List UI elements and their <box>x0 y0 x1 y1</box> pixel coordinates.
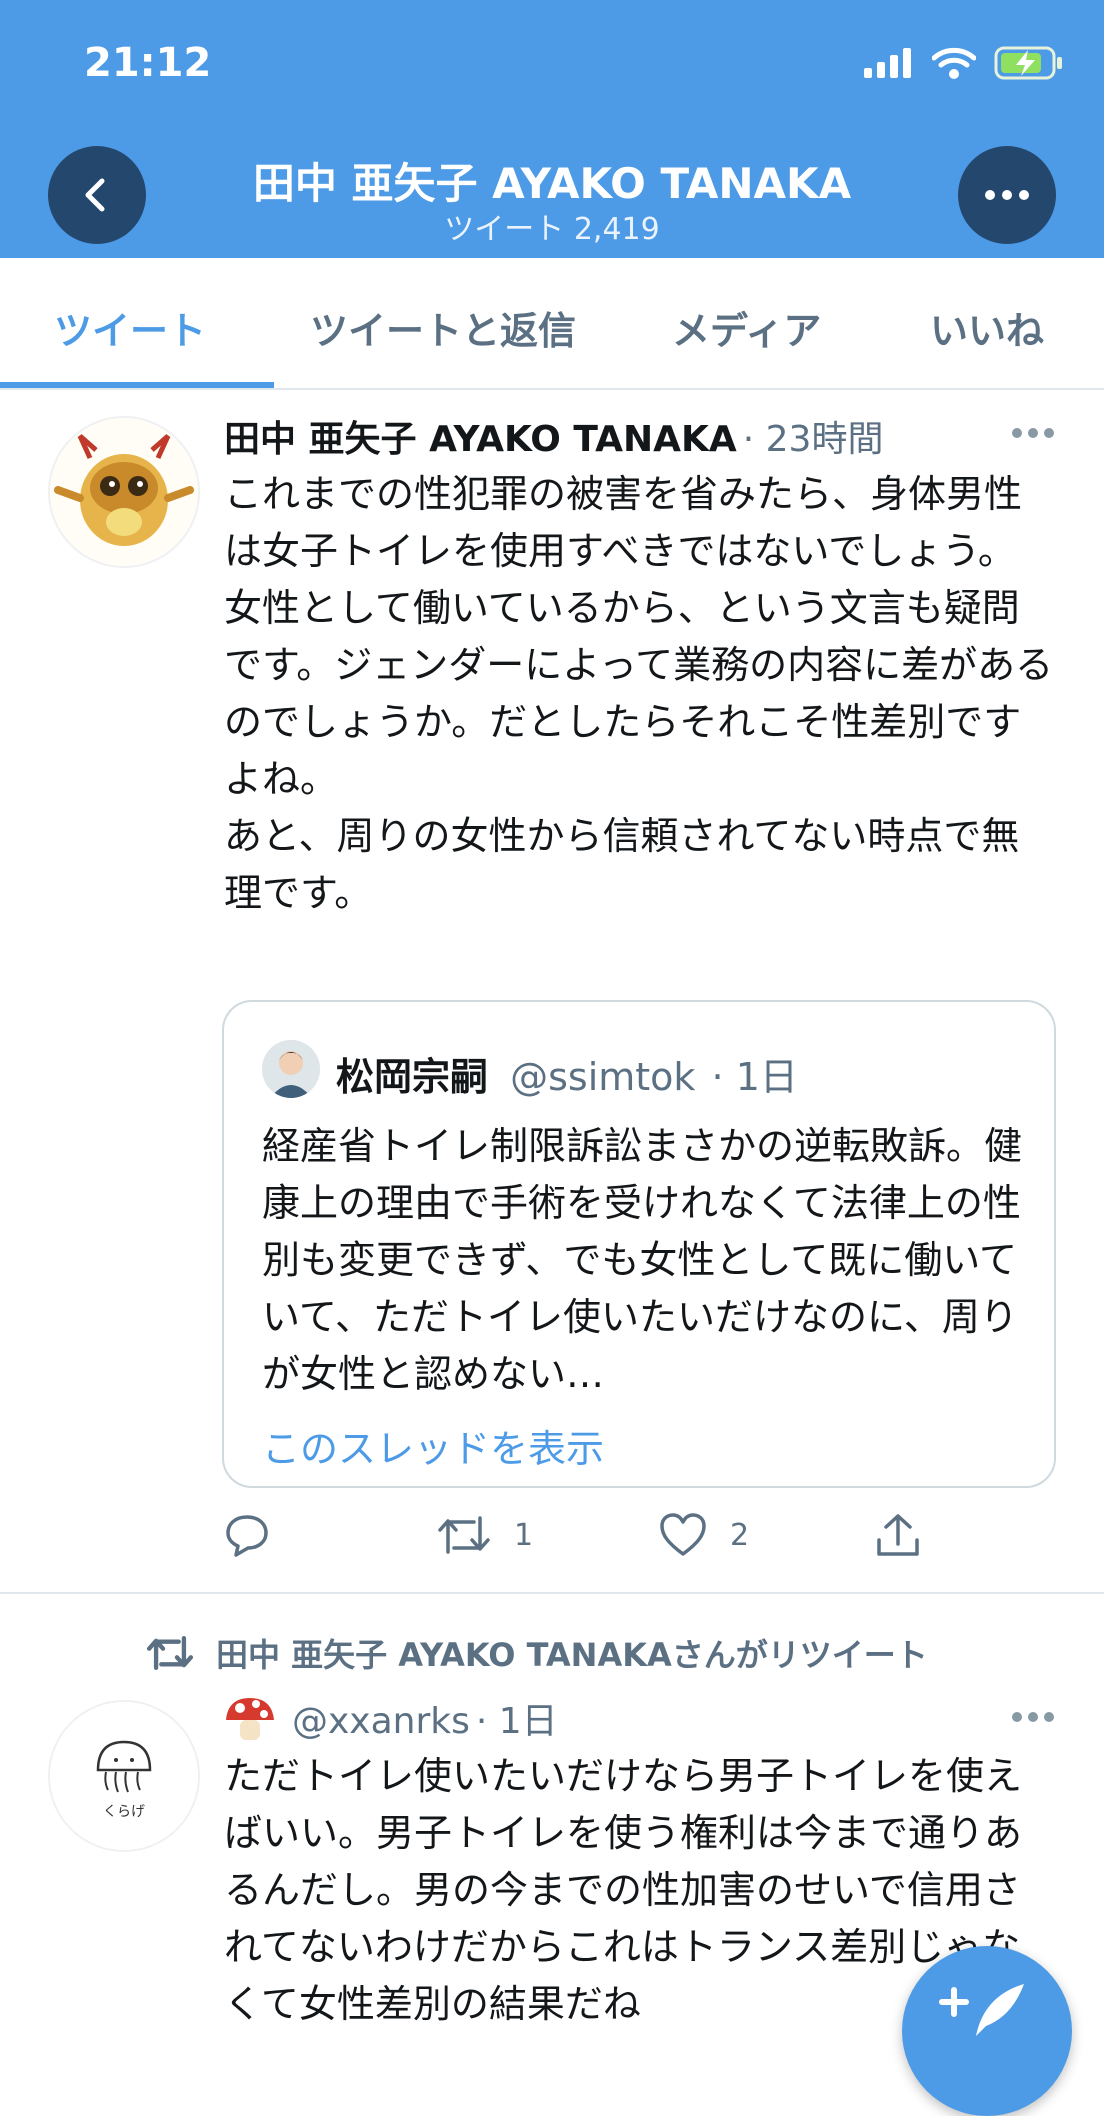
show-thread-link[interactable]: このスレッドを表示 <box>262 1418 604 1473</box>
person-avatar-icon <box>262 1040 320 1098</box>
retweet-count: 1 <box>514 1517 534 1553</box>
tweet-handle[interactable]: @xxanrks <box>292 1701 470 1742</box>
like-button[interactable]: 2 <box>658 1512 749 1558</box>
battery-charging-icon <box>994 46 1062 80</box>
compose-tweet-button[interactable] <box>902 1946 1072 2116</box>
profile-tabs: ツイート ツイートと返信 メディア いいね <box>0 258 1104 390</box>
quoted-text: 経産省トイレ制限訴訟まさかの逆転敗訴。健康上の理由で手術を受けれなくて法律上の性… <box>262 1124 1023 1396</box>
retweet-label[interactable]: 田中 亜矢子 AYAKO TANAKAさんがリツイート <box>216 1630 928 1676</box>
retweet-icon <box>438 1516 490 1554</box>
tweet-divider <box>0 1592 1104 1594</box>
tweet-time: · 23時間 <box>742 419 884 460</box>
tweet-count: ツイート 2,419 <box>444 212 660 247</box>
reply-button[interactable] <box>224 1512 270 1558</box>
heart-icon <box>660 1513 706 1556</box>
status-time: 21:12 <box>84 40 212 86</box>
avatar[interactable] <box>48 416 200 568</box>
reply-icon <box>226 1515 268 1557</box>
profile-header: 21:12 田中 亜矢子 AYAKO TANAKA ツイート 2,419 <box>0 0 1104 258</box>
mushroom-icon <box>226 1698 274 1740</box>
quoted-header: 松岡宗嗣 @ssimtok · 1日 <box>336 1046 798 1101</box>
retweet-icon <box>146 1636 194 1670</box>
tweet-actions: 1 2 <box>224 1512 1054 1572</box>
tweet-header: 田中 亜矢子 AYAKO TANAKA · 23時間 <box>224 410 883 462</box>
avatar-caption: くらげ <box>103 1804 145 1820</box>
jellyfish-avatar-icon: くらげ <box>50 1702 198 1850</box>
tweet-more-icon[interactable] <box>1012 428 1054 438</box>
profile-name: 田中 亜矢子 AYAKO TANAKA <box>252 159 852 208</box>
quoted-tweet[interactable]: 松岡宗嗣 @ssimtok · 1日 経産省トイレ制限訴訟まさかの逆転敗訴。健康… <box>222 1000 1056 1488</box>
quoted-avatar <box>262 1040 320 1098</box>
like-count: 2 <box>730 1517 750 1553</box>
tab-tweets[interactable]: ツイート <box>54 300 206 355</box>
tab-media[interactable]: メディア <box>672 300 821 355</box>
tweet-author-name[interactable]: 田中 亜矢子 AYAKO TANAKA <box>224 410 737 462</box>
active-tab-indicator <box>0 382 274 388</box>
creature-avatar-icon <box>50 418 198 566</box>
wifi-icon <box>932 47 976 79</box>
cellular-signal-icon <box>864 48 911 78</box>
tab-tweets-and-replies[interactable]: ツイートと返信 <box>310 300 576 355</box>
quoted-handle: @ssimtok <box>510 1055 696 1099</box>
retweet-indicator: 田中 亜矢子 AYAKO TANAKAさんがリツイート <box>144 1630 928 1676</box>
tab-likes[interactable]: いいね <box>930 300 1044 355</box>
more-options-button[interactable] <box>958 146 1056 244</box>
compose-feather-icon <box>939 1984 1024 2036</box>
status-icons <box>864 46 1064 80</box>
share-icon <box>877 1514 919 1556</box>
tweet-more-icon[interactable] <box>1012 1712 1054 1722</box>
retweet-button[interactable]: 1 <box>436 1512 533 1558</box>
tweet-header: @xxanrks · 1日 <box>224 1692 558 1744</box>
quoted-author-name: 松岡宗嗣 <box>336 1055 489 1099</box>
tweet-time: · 1日 <box>475 1701 558 1742</box>
avatar[interactable]: くらげ <box>48 1700 200 1852</box>
more-horizontal-icon <box>985 190 1029 200</box>
quoted-time: · 1日 <box>711 1055 798 1099</box>
share-button[interactable] <box>874 1512 922 1560</box>
tweet-text: これまでの性犯罪の被害を省みたら、身体男性は女子トイレを使用すべきではないでしょ… <box>224 472 1054 915</box>
